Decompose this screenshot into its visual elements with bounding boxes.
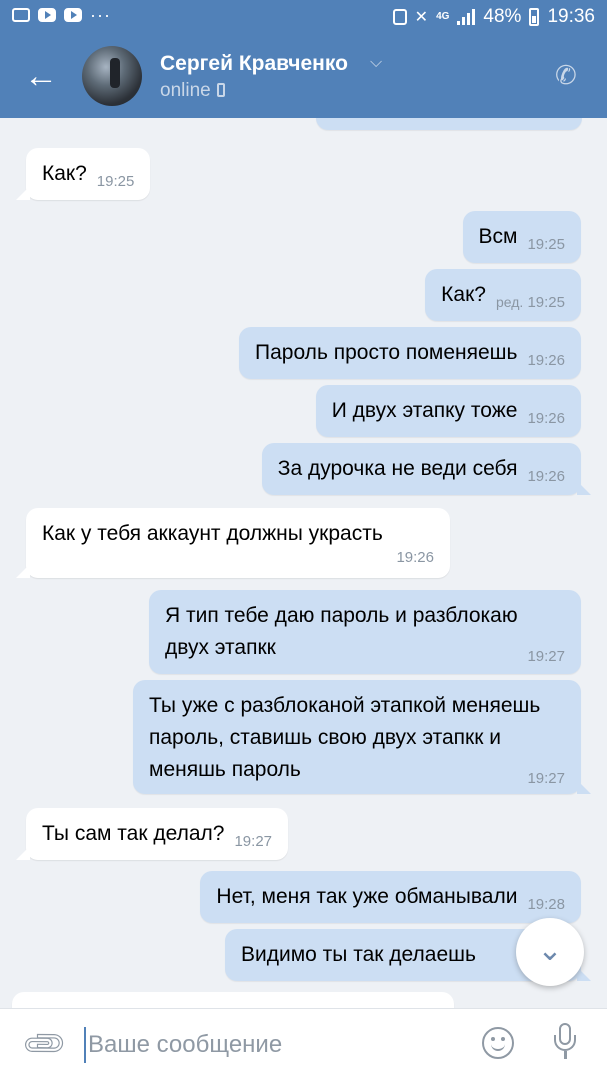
- message-text: Как?: [441, 283, 486, 306]
- more-notifications-icon: ···: [90, 5, 111, 25]
- phone-call-icon[interactable]: ✆: [555, 60, 585, 90]
- message-bubble-in[interactable]: Как? 19:25: [15, 148, 151, 200]
- message-time: 19:26: [527, 410, 565, 427]
- message-text: И двух этапку тоже: [331, 399, 518, 422]
- message-bubble-out[interactable]: Нет, меня так уже обманывали 19:28: [200, 871, 581, 923]
- paperclip-icon[interactable]: 📎︎: [19, 1019, 71, 1071]
- message-text: Видимо ты так делаешь: [241, 943, 476, 966]
- contact-name[interactable]: Сергей Кравченко: [160, 52, 348, 76]
- message-bubble-out[interactable]: Я тип тебе даю пароль и разблокаю двух э…: [149, 590, 581, 674]
- chat-header: ← Сергей Кравченко ⌵ online ✆: [0, 34, 607, 118]
- emoji-icon[interactable]: [482, 1027, 514, 1059]
- system-icons: ✕ 4G 48% 19:36: [392, 6, 595, 28]
- network-type: 4G: [436, 11, 450, 22]
- message-time: 19:25: [527, 294, 565, 311]
- battery-icon: [529, 8, 540, 26]
- mobile-icon: [216, 83, 225, 97]
- message-input[interactable]: [84, 1027, 464, 1063]
- signal-icon: [457, 9, 476, 25]
- edited-label: ред.: [495, 294, 524, 310]
- message-time: 19:26: [527, 468, 565, 485]
- message-bubble-out[interactable]: Ты уже с разблоканой этапкой меняешь пар…: [133, 680, 591, 794]
- message-text: Ты сам так делал?: [42, 822, 225, 845]
- message-text: Как?: [42, 162, 87, 185]
- status-bar: ··· ✕ 4G 48% 19:36: [0, 0, 607, 34]
- message-bubble-out[interactable]: 19:25: [316, 118, 582, 130]
- gallery-icon: [12, 8, 30, 22]
- scroll-to-bottom-button[interactable]: ⌄: [516, 918, 584, 986]
- message-composer: 📎︎: [0, 1008, 607, 1080]
- notification-icons: ···: [12, 5, 111, 25]
- microphone-icon[interactable]: [552, 1023, 578, 1063]
- clock: 19:36: [547, 6, 595, 27]
- battery-percent: 48%: [483, 6, 522, 27]
- message-time: 19:25: [528, 118, 566, 129]
- message-text: За дурочка не веди себя: [277, 457, 518, 480]
- message-bubble-in[interactable]: Как у тебя аккаунт должны украсть 19:26: [16, 508, 450, 578]
- chevron-down-icon: ⌄: [537, 934, 563, 967]
- mute-icon: ✕: [414, 9, 429, 26]
- message-text: Всм: [478, 225, 518, 248]
- message-text: Пароль просто поменяешь: [255, 341, 518, 364]
- chevron-down-icon[interactable]: ⌵: [370, 54, 382, 72]
- avatar[interactable]: [82, 46, 142, 106]
- message-meta: ред. 19:25: [496, 294, 565, 311]
- youtube-icon-2: [64, 8, 82, 22]
- message-bubble-in[interactable]: Ты сам так делал? 19:27: [15, 808, 289, 860]
- message-time: 19:26: [396, 549, 434, 566]
- message-time: 19:25: [527, 236, 565, 253]
- status-text: online: [160, 80, 211, 101]
- message-bubble-out[interactable]: За дурочка не веди себя 19:26: [261, 443, 592, 495]
- message-bubble-out[interactable]: Пароль просто поменяешь 19:26: [239, 327, 581, 379]
- youtube-icon: [38, 8, 56, 22]
- message-list[interactable]: 19:25 Как?19:25 Всм19:25 Как?ред. 19:25 …: [0, 118, 607, 1008]
- message-bubble-out[interactable]: И двух этапку тоже 19:26: [315, 385, 581, 437]
- message-time: 19:28: [527, 896, 565, 913]
- message-text: Нет, меня так уже обманывали: [216, 885, 518, 908]
- message-time: 19:27: [234, 833, 273, 850]
- message-bubble-out[interactable]: Как? ред. 19:25: [425, 269, 581, 321]
- message-bubble-out[interactable]: Всм 19:25: [462, 211, 581, 263]
- message-text: Как у тебя аккаунт должны украсть: [42, 522, 383, 545]
- back-arrow-icon[interactable]: ←: [24, 56, 60, 96]
- message-time: 19:26: [527, 352, 565, 369]
- contact-status: online: [160, 80, 225, 102]
- message-bubble-in[interactable]: [12, 992, 454, 1008]
- message-text: Ты уже с разблоканой этапкой меняешь пар…: [149, 694, 541, 781]
- message-time: 19:25: [96, 173, 135, 190]
- sim-icon: [392, 9, 407, 25]
